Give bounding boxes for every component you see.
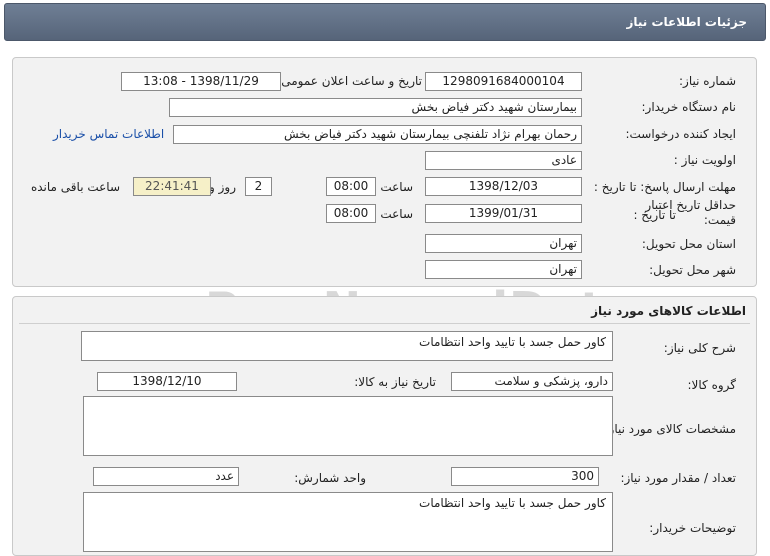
- page-title: جزئیات اطلاعات نیاز: [626, 15, 747, 29]
- need-info-panel: شماره نیاز: 1298091684000104 تاریخ و ساع…: [12, 57, 757, 287]
- days-remaining-field: 2: [245, 177, 272, 196]
- goods-info-panel: اطلاعات کالاهای مورد نیاز شرح کلی نیاز: …: [12, 296, 757, 556]
- creator-label: ایجاد کننده درخواست:: [625, 127, 736, 141]
- summary-field: کاور حمل جسد با تایید واحد انتظامات: [81, 331, 613, 361]
- goods-section-title: اطلاعات کالاهای مورد نیاز: [591, 304, 746, 318]
- qty-field: 300: [451, 467, 599, 486]
- validity-label-2: قیمت:: [703, 213, 736, 227]
- province-label: استان محل تحویل:: [641, 237, 736, 251]
- creator-field: رحمان بهرام نژاد تلفنچی بیمارستان شهید د…: [173, 125, 582, 144]
- reply-time-field: 08:00: [326, 177, 376, 196]
- city-field: تهران: [425, 260, 582, 279]
- buyer-notes-label: توضیحات خریدار:: [649, 521, 736, 535]
- unit-field: عدد: [93, 467, 239, 486]
- need-date-field: 1398/12/10: [97, 372, 237, 391]
- priority-label: اولویت نیاز :: [673, 153, 736, 167]
- goods-group-label: گروه کالا:: [687, 378, 737, 392]
- reply-deadline-label: مهلت ارسال پاسخ: تا تاریخ :: [593, 180, 736, 194]
- need-date-label: تاریخ نیاز به کالا:: [354, 375, 436, 389]
- need-number-field: 1298091684000104: [425, 72, 582, 91]
- unit-label: واحد شمارش:: [294, 471, 366, 485]
- buyer-notes-field: کاور حمل جسد با تایید واحد انتظامات: [83, 492, 613, 552]
- remaining-label: ساعت باقی مانده: [30, 180, 120, 194]
- announce-label: تاریخ و ساعت اعلان عمومی:: [277, 74, 422, 88]
- specs-field: [83, 396, 613, 456]
- need-number-label: شماره نیاز:: [679, 74, 736, 88]
- remaining-time-field: 22:41:41: [133, 177, 211, 196]
- reply-date-field: 1398/12/03: [425, 177, 582, 196]
- section-divider: [19, 323, 750, 324]
- province-field: تهران: [425, 234, 582, 253]
- reply-time-label: ساعت: [380, 180, 413, 194]
- validity-time-label: ساعت: [380, 207, 413, 221]
- city-label: شهر محل تحویل:: [649, 263, 736, 277]
- contact-buyer-link[interactable]: اطلاعات تماس خریدار: [53, 127, 164, 141]
- days-label: روز و: [209, 180, 236, 194]
- validity-date-field: 1399/01/31: [425, 204, 582, 223]
- buyer-org-label: نام دستگاه خریدار:: [641, 100, 737, 114]
- announce-field: 1398/11/29 - 13:08: [121, 72, 281, 91]
- priority-field: عادی: [425, 151, 582, 170]
- buyer-org-field: بیمارستان شهید دکتر فیاض بخش: [169, 98, 582, 117]
- goods-group-field: دارو، پزشکی و سلامت: [451, 372, 613, 391]
- specs-label: مشخصات کالای مورد نیاز:: [604, 422, 736, 436]
- validity-time-field: 08:00: [326, 204, 376, 223]
- page-header: جزئیات اطلاعات نیاز: [4, 3, 766, 41]
- summary-label: شرح کلی نیاز:: [663, 341, 736, 355]
- qty-label: تعداد / مقدار مورد نیاز:: [620, 471, 736, 485]
- validity-to-date-label: تا تاریخ :: [633, 208, 676, 222]
